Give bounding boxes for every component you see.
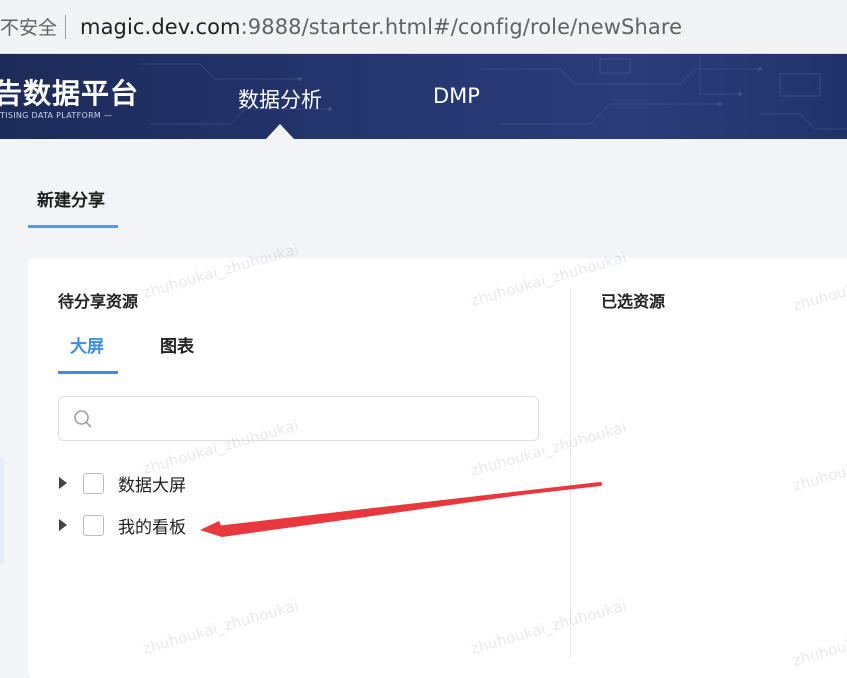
insecure-label[interactable]: 不安全 <box>0 13 57 40</box>
tree-node-label[interactable]: 数据大屏 <box>118 471 186 496</box>
tree-node-label[interactable]: 我的看板 <box>118 513 186 538</box>
logo-subtext: TISING DATA PLATFORM — <box>0 111 113 120</box>
search-box[interactable] <box>58 396 539 441</box>
address-separator <box>65 14 67 39</box>
side-panel-edge <box>0 457 4 565</box>
active-nav-indicator <box>266 124 294 139</box>
tree-node-data-screens[interactable]: 数据大屏 <box>56 469 186 497</box>
nav-item-data-analysis[interactable]: 数据分析 <box>238 84 322 114</box>
active-tab-underline <box>58 371 118 374</box>
logo-text: 告数据平台 <box>0 77 140 110</box>
nav-item-dmp[interactable]: DMP <box>433 84 480 108</box>
search-icon <box>74 410 92 428</box>
expand-caret-icon[interactable] <box>59 477 67 489</box>
selected-resources-title: 已选资源 <box>601 292 666 311</box>
app-header: 告数据平台 TISING DATA PLATFORM — 数据分析 DMP <box>0 54 847 139</box>
url-host: magic.dev.com <box>80 14 241 39</box>
tab-big-screen[interactable]: 大屏 <box>70 332 104 357</box>
search-input[interactable] <box>103 403 523 435</box>
tree-node-my-boards[interactable]: 我的看板 <box>56 511 186 539</box>
share-card <box>28 258 847 678</box>
expand-caret-icon[interactable] <box>59 519 67 531</box>
pending-resources-title: 待分享资源 <box>58 292 139 311</box>
tab-new-share[interactable]: 新建分享 <box>28 175 118 228</box>
browser-address-bar[interactable]: 不安全 magic.dev.com:9888/starter.html#/con… <box>0 0 847 54</box>
tree-checkbox[interactable] <box>83 472 104 494</box>
panel-divider <box>570 288 571 658</box>
tab-charts[interactable]: 图表 <box>160 332 194 357</box>
address-url[interactable]: magic.dev.com:9888/starter.html#/config/… <box>80 15 682 39</box>
tree-checkbox[interactable] <box>83 514 104 536</box>
url-path: :9888/starter.html#/config/role/newShare <box>240 14 683 39</box>
